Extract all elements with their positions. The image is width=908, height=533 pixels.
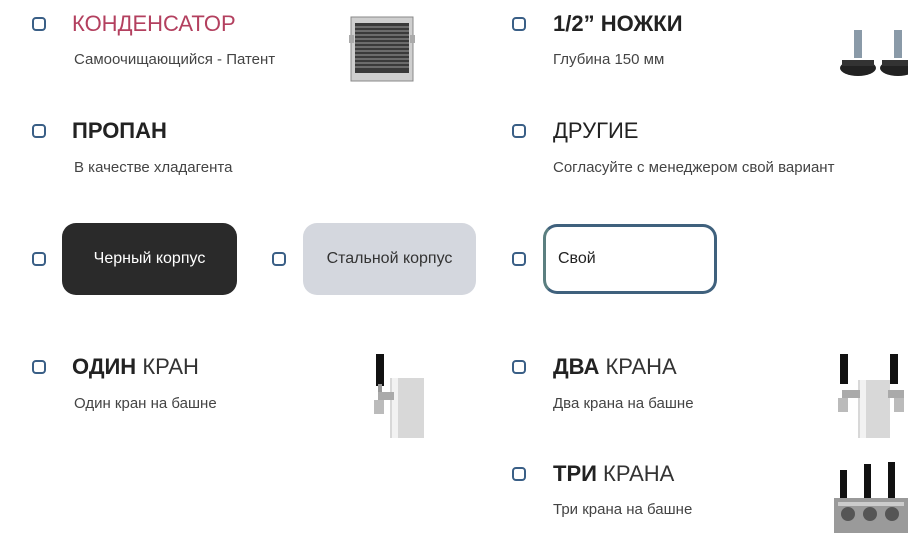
propane-checkbox[interactable] (32, 124, 46, 138)
three-taps-image (834, 462, 908, 533)
one-tap-title-bold: ОДИН (72, 354, 137, 379)
two-taps-image (832, 354, 908, 438)
legs-title: 1/2” НОЖКИ (553, 11, 683, 36)
three-taps-subtitle: Три крана на башне (553, 501, 693, 518)
three-taps-title-bold: ТРИ (553, 461, 597, 486)
condenser-image (349, 15, 415, 83)
legs-image (838, 30, 908, 80)
three-taps-checkbox[interactable] (512, 467, 526, 481)
three-taps-title-rest: КРАНА (596, 461, 675, 486)
propane-subtitle: В качестве хладагента (74, 159, 233, 176)
condenser-subtitle: Самоочищающийся - Патент (74, 51, 276, 68)
two-taps-title: ДВА КРАНА (553, 354, 677, 380)
one-tap-checkbox[interactable] (32, 360, 46, 374)
other-subtitle: Согласуйте с менеджером свой вариант (553, 159, 835, 176)
black-body-checkbox[interactable] (32, 252, 46, 266)
two-taps-title-rest: КРАНА (599, 354, 677, 379)
condenser-title: КОНДЕНСАТОР (72, 11, 236, 36)
other-title: ДРУГИЕ (553, 118, 639, 143)
two-taps-checkbox[interactable] (512, 360, 526, 374)
propane-title: ПРОПАН (72, 118, 167, 143)
condenser-checkbox[interactable] (32, 17, 46, 31)
options-page: КОНДЕНСАТОР Самоочищающийся - Патент 1/2… (0, 0, 908, 533)
other-checkbox[interactable] (512, 124, 526, 138)
black-body-chip[interactable]: Черный корпус (62, 223, 237, 295)
three-taps-title: ТРИ КРАНА (553, 461, 674, 487)
two-taps-subtitle: Два крана на башне (553, 395, 694, 412)
one-tap-title-rest: КРАН (136, 354, 199, 379)
steel-body-checkbox[interactable] (272, 252, 286, 266)
custom-body-checkbox[interactable] (512, 252, 526, 266)
custom-body-chip[interactable]: Свой (543, 224, 717, 294)
one-tap-image (370, 354, 424, 438)
one-tap-title: ОДИН КРАН (72, 354, 199, 380)
steel-body-chip[interactable]: Стальной корпус (303, 223, 476, 295)
two-taps-title-bold: ДВА (553, 354, 600, 379)
one-tap-subtitle: Один кран на башне (74, 395, 217, 412)
legs-checkbox[interactable] (512, 17, 526, 31)
legs-subtitle: Глубина 150 мм (553, 51, 665, 68)
